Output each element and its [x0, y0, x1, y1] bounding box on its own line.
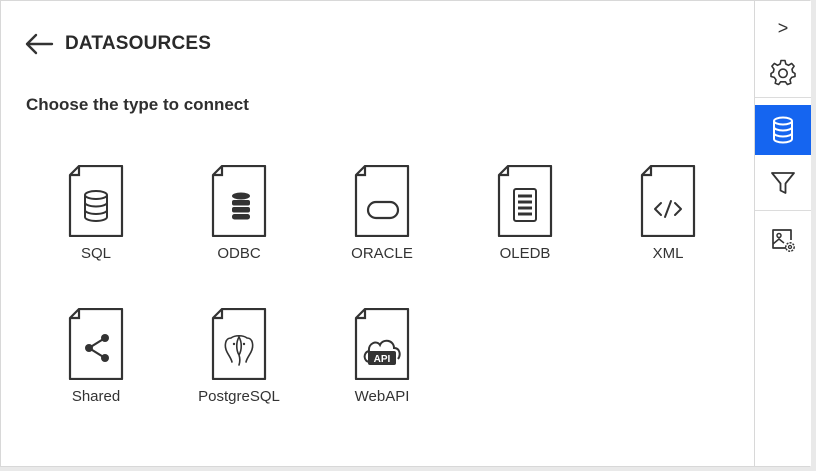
odbc-database-icon	[211, 165, 267, 237]
section-subtitle: Choose the type to connect	[26, 95, 249, 114]
gear-icon	[770, 59, 796, 86]
filter-icon	[771, 172, 795, 194]
xml-code-icon	[640, 165, 696, 237]
datasource-xml[interactable]: XML	[613, 165, 723, 275]
filter-button[interactable]	[755, 163, 811, 203]
datasource-label: WebAPI	[354, 388, 410, 405]
main-area: DATASOURCES Choose the type to connect S…	[1, 1, 754, 466]
sql-database-icon	[68, 165, 124, 237]
datasource-panel: DATASOURCES Choose the type to connect S…	[0, 0, 811, 467]
datasource-label: SQL	[80, 245, 111, 262]
datasource-webapi[interactable]: API WebAPI	[327, 308, 437, 418]
datasource-oracle[interactable]: ORACLE	[327, 165, 437, 275]
datasource-label: ORACLE	[351, 245, 413, 262]
oracle-icon	[354, 165, 410, 237]
share-icon	[68, 308, 124, 380]
page-title: DATASOURCES	[65, 33, 212, 54]
web-api-cloud-icon: API	[354, 308, 410, 380]
collapse-button[interactable]: >	[755, 13, 811, 43]
image-settings-icon	[772, 229, 795, 252]
database-icon	[773, 116, 793, 144]
datasource-postgresql[interactable]: PostgreSQL	[184, 308, 294, 418]
datasource-label: OLEDB	[499, 245, 551, 262]
side-toolbar: >	[754, 1, 811, 466]
datasource-button[interactable]	[755, 105, 811, 155]
chevron-right-icon: >	[777, 17, 789, 38]
postgresql-elephant-icon	[211, 308, 267, 380]
datasource-label: ODBC	[217, 245, 261, 262]
datasource-sql[interactable]: SQL	[41, 165, 151, 275]
arrow-left-icon	[25, 33, 54, 55]
back-button[interactable]	[23, 28, 55, 60]
settings-button[interactable]	[755, 53, 811, 93]
oledb-icon	[497, 165, 553, 237]
datasource-oledb[interactable]: OLEDB	[470, 165, 580, 275]
datasource-label: PostgreSQL	[198, 388, 280, 405]
datasource-shared[interactable]: Shared	[41, 308, 151, 418]
header: DATASOURCES	[25, 27, 211, 61]
datasource-label: XML	[652, 245, 684, 262]
svg-text:API: API	[374, 354, 391, 365]
datasource-odbc[interactable]: ODBC	[184, 165, 294, 275]
image-settings-button[interactable]	[755, 219, 811, 261]
datasource-label: Shared	[71, 388, 121, 405]
